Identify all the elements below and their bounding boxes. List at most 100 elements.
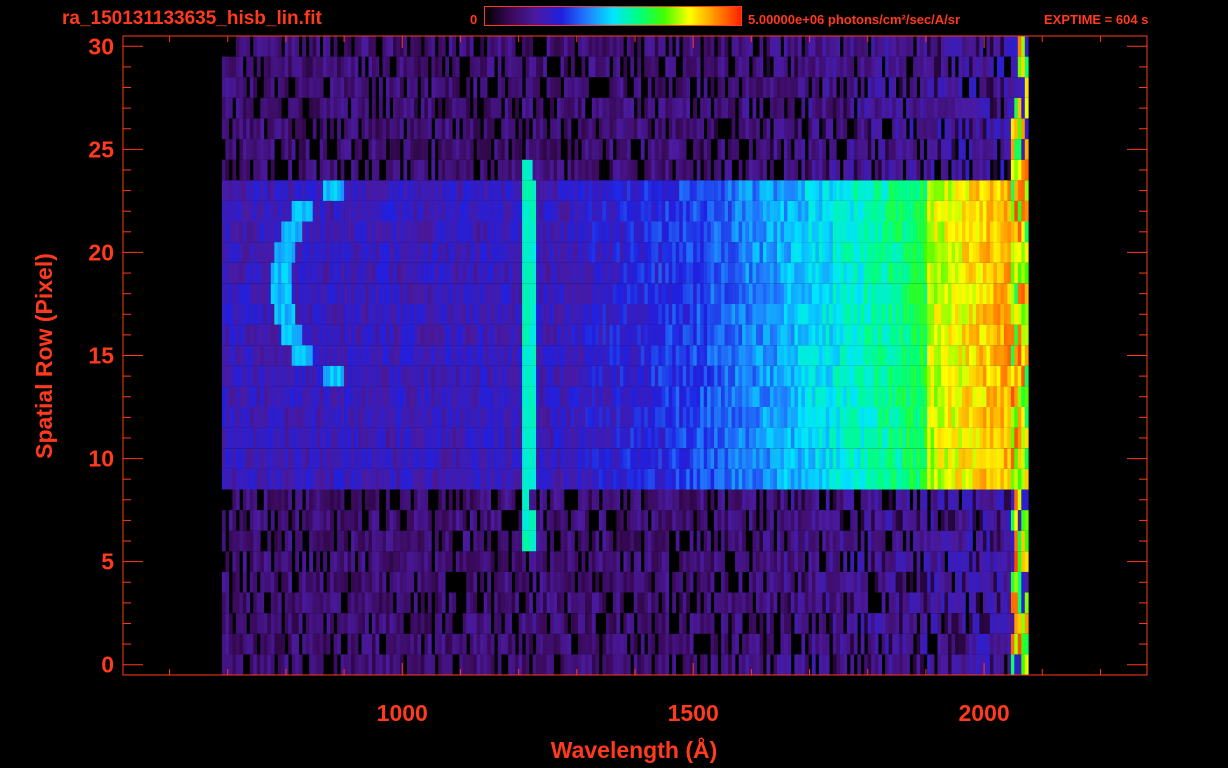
heatmap-cell bbox=[735, 633, 739, 655]
heatmap-cell bbox=[270, 633, 275, 655]
heatmap-cell bbox=[962, 592, 966, 614]
heatmap-cell bbox=[707, 200, 711, 222]
heatmap-cell bbox=[361, 345, 366, 366]
heatmap-cell bbox=[619, 571, 624, 593]
heatmap-cell bbox=[679, 489, 683, 511]
heatmap-cell bbox=[525, 407, 530, 428]
heatmap-cell bbox=[1003, 324, 1008, 346]
heatmap-cell bbox=[312, 427, 317, 449]
heatmap-cell bbox=[588, 345, 593, 366]
heatmap-cell bbox=[738, 283, 743, 304]
heatmap-cell bbox=[930, 200, 935, 222]
heatmap-cell bbox=[567, 242, 572, 263]
heatmap-cell bbox=[448, 468, 453, 490]
heatmap-cell bbox=[263, 180, 268, 201]
heatmap-cell bbox=[962, 283, 966, 304]
heatmap-cell bbox=[749, 386, 753, 407]
heatmap-cell bbox=[640, 571, 645, 593]
heatmap-cell bbox=[738, 468, 743, 490]
heatmap-cell bbox=[483, 200, 488, 222]
heatmap-cell bbox=[644, 242, 649, 263]
heatmap-cell bbox=[707, 345, 711, 366]
heatmap-cell bbox=[735, 530, 739, 552]
heatmap-cell bbox=[277, 283, 282, 304]
heatmap-cell bbox=[284, 613, 289, 634]
heatmap-cell bbox=[923, 365, 928, 387]
heatmap-cell bbox=[249, 489, 254, 511]
heatmap-cell bbox=[403, 283, 408, 304]
heatmap-cell bbox=[853, 221, 858, 243]
heatmap-cell bbox=[969, 200, 973, 222]
heatmap-cell bbox=[511, 633, 516, 655]
heatmap-cell bbox=[665, 510, 670, 531]
heatmap-cell bbox=[749, 468, 753, 490]
heatmap-cell bbox=[288, 448, 292, 469]
heatmap-cell bbox=[305, 571, 310, 593]
heatmap-cell bbox=[396, 386, 401, 407]
heatmap-cell bbox=[756, 283, 760, 304]
heatmap-cell bbox=[379, 283, 383, 304]
heatmap-cell bbox=[239, 510, 244, 531]
heatmap-cell bbox=[794, 345, 799, 366]
heatmap-cell bbox=[274, 530, 279, 552]
heatmap-cell bbox=[448, 613, 453, 634]
heatmap-cell bbox=[874, 571, 879, 593]
heatmap-cell bbox=[393, 221, 397, 243]
heatmap-cell bbox=[693, 221, 697, 243]
heatmap-cell bbox=[270, 468, 275, 490]
heatmap-cell bbox=[410, 654, 415, 675]
heatmap-cell bbox=[462, 386, 467, 407]
heatmap-cell bbox=[581, 592, 586, 614]
heatmap-cell bbox=[934, 386, 938, 407]
heatmap-cell bbox=[951, 242, 956, 263]
heatmap-cell bbox=[253, 200, 258, 222]
heatmap-cell bbox=[508, 242, 512, 263]
heatmap-cell bbox=[996, 345, 1001, 366]
heatmap-cell bbox=[431, 180, 436, 201]
heatmap-cell bbox=[902, 242, 907, 263]
heatmap-cell bbox=[532, 386, 537, 407]
heatmap-cell bbox=[797, 468, 802, 490]
heatmap-cell bbox=[672, 571, 676, 593]
heatmap-cell bbox=[965, 448, 970, 469]
heatmap-cell bbox=[616, 592, 621, 614]
heatmap-cell bbox=[560, 551, 565, 572]
heatmap-cell bbox=[948, 633, 952, 655]
heatmap-cell bbox=[749, 200, 753, 222]
heatmap-cell bbox=[560, 221, 565, 243]
heatmap-cell bbox=[270, 304, 275, 325]
heatmap-cell bbox=[462, 427, 467, 449]
heatmap-cell bbox=[675, 489, 680, 511]
heatmap-cell bbox=[501, 530, 505, 552]
heatmap-cell bbox=[487, 551, 491, 572]
heatmap-cell bbox=[654, 654, 659, 675]
heatmap-cell bbox=[406, 468, 411, 490]
heatmap-cell bbox=[780, 386, 785, 407]
heatmap-cell bbox=[420, 654, 425, 675]
heatmap-cell bbox=[1017, 613, 1022, 634]
heatmap-cell bbox=[906, 530, 910, 552]
heatmap-cell bbox=[801, 592, 806, 614]
heatmap-cell bbox=[399, 262, 404, 284]
heatmap-cell bbox=[424, 613, 429, 634]
heatmap-cell bbox=[274, 468, 279, 490]
heatmap-cell bbox=[564, 468, 568, 490]
heatmap-cell bbox=[368, 448, 373, 469]
heatmap-cell bbox=[469, 468, 474, 490]
heatmap-cell bbox=[476, 262, 481, 284]
heatmap-cell bbox=[714, 221, 718, 243]
heatmap-cell bbox=[1021, 242, 1026, 263]
heatmap-cell bbox=[853, 571, 858, 593]
heatmap-cell bbox=[354, 386, 359, 407]
heatmap-cell bbox=[511, 448, 516, 469]
heatmap-cell bbox=[546, 304, 551, 325]
heatmap-cell bbox=[647, 427, 652, 449]
heatmap-cell bbox=[323, 530, 327, 552]
heatmap-cell bbox=[274, 427, 279, 449]
heatmap-cell bbox=[996, 221, 1001, 243]
heatmap-cell bbox=[326, 407, 331, 428]
heatmap-cell bbox=[490, 427, 495, 449]
heatmap-cell bbox=[476, 530, 481, 552]
heatmap-cell bbox=[989, 489, 994, 511]
heatmap-cell bbox=[228, 200, 233, 222]
